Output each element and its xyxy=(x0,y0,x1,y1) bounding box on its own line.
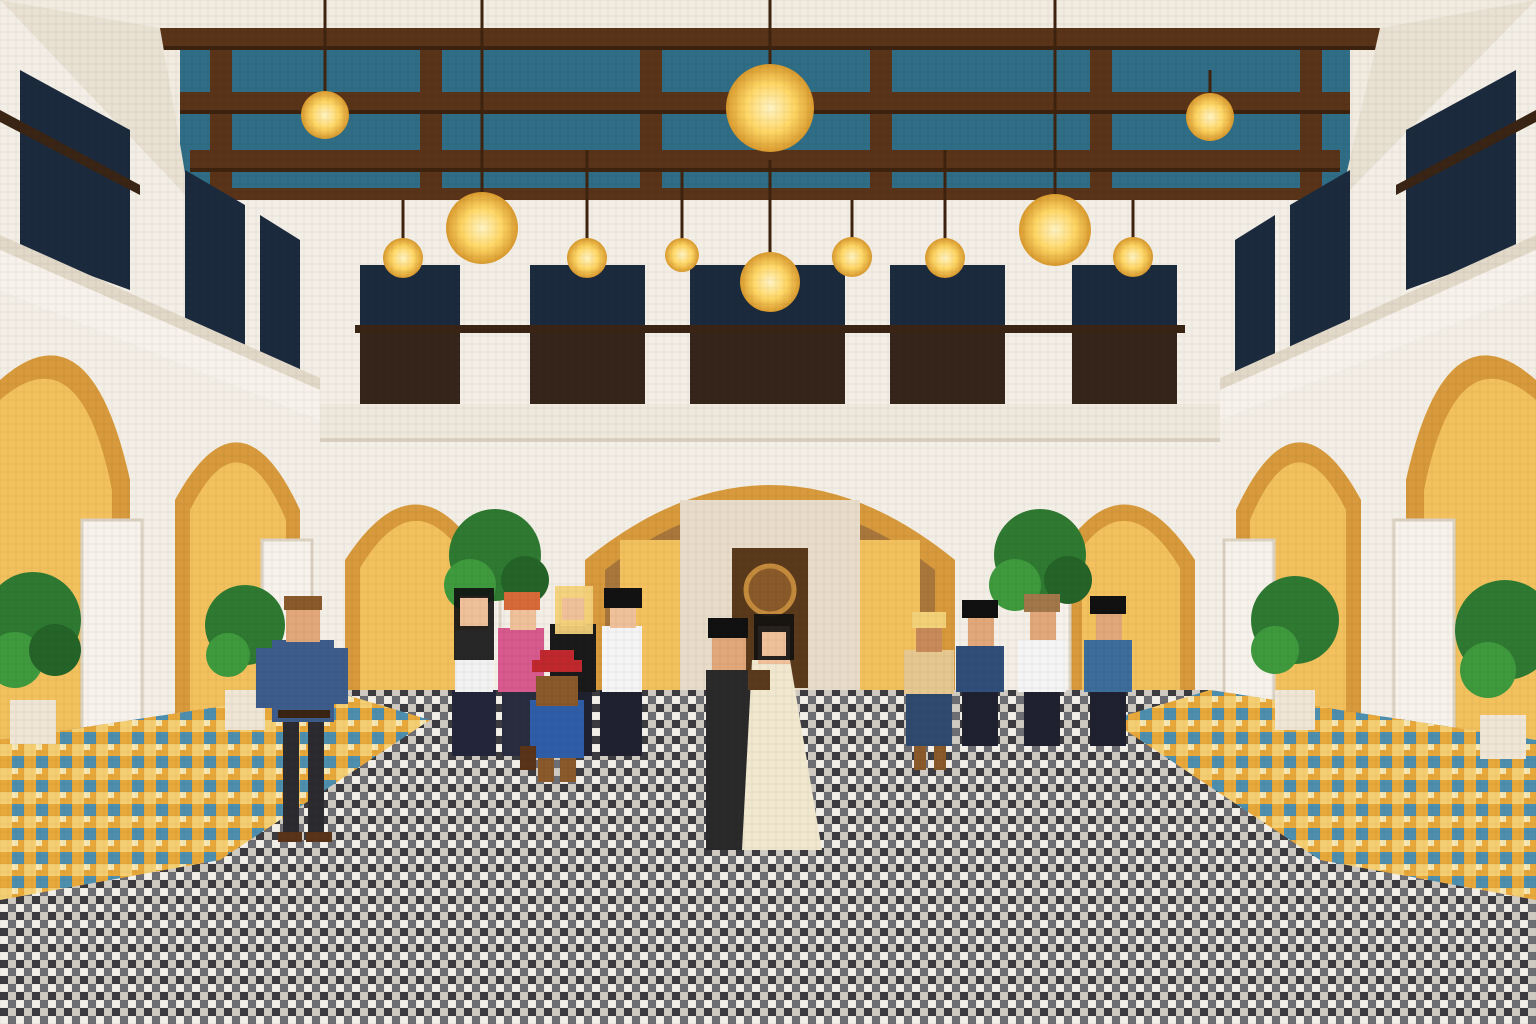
game-scene xyxy=(0,0,1536,1024)
pixel-overlay xyxy=(0,0,1536,1024)
